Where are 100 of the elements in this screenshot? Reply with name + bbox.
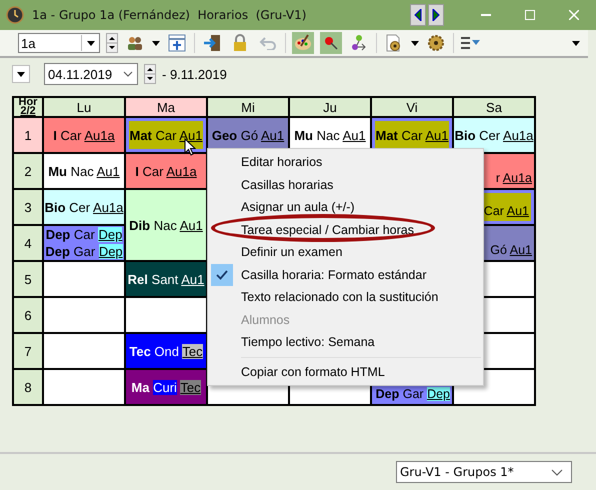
lesson-cell[interactable]: I Car Au1a	[126, 154, 206, 188]
lesson-cell[interactable]: Mat Car Au1	[126, 118, 206, 152]
date-field[interactable]: 04.11.2019	[44, 63, 138, 85]
room-label[interactable]: Au1a	[166, 164, 197, 178]
subject-label: Dep	[46, 227, 70, 242]
teacher-label: Gó	[240, 128, 258, 142]
teacher-label: r	[496, 171, 500, 185]
previous-button[interactable]	[410, 4, 426, 26]
subject-label: Dep	[376, 387, 400, 401]
teacher-label: Car	[74, 227, 95, 242]
lesson-cell[interactable]: Dib Nac Au1	[126, 190, 206, 260]
day-header[interactable]: Sa	[454, 98, 534, 116]
room-label[interactable]: Au1	[179, 128, 202, 142]
hour-header[interactable]: 2	[14, 154, 42, 188]
class-spinner[interactable]	[106, 33, 118, 53]
room-label[interactable]: Au1	[506, 204, 529, 218]
lesson-cell[interactable]: Rel Sant Au1	[126, 262, 206, 296]
table-move-icon[interactable]	[166, 32, 188, 54]
day-header[interactable]: Vi	[372, 98, 452, 116]
subject-label: Dep	[45, 244, 70, 259]
hour-header[interactable]: 6	[14, 298, 42, 332]
lesson-cell[interactable]: Ma Curi Tec	[126, 370, 206, 404]
menu-item[interactable]: Tiempo lectivo: Semana	[208, 331, 483, 354]
overflow-caret-icon	[572, 40, 580, 46]
gear-icon[interactable]	[425, 32, 447, 54]
hour-header[interactable]: 8	[14, 370, 42, 404]
subject-label: Mu	[48, 164, 67, 178]
palette-icon[interactable]	[292, 32, 314, 54]
menu-item[interactable]: Texto relacionado con la sustitución	[208, 286, 483, 308]
room-label[interactable]: Au1	[180, 218, 203, 232]
day-header[interactable]: Mi	[208, 98, 288, 116]
lesson-cell[interactable]: Bio Cer Au1a	[454, 118, 534, 152]
room-label[interactable]: Au1	[181, 272, 204, 286]
room-label[interactable]: Dep	[427, 387, 450, 401]
room-label[interactable]: Dep	[98, 227, 122, 242]
day-header[interactable]: Lu	[44, 98, 124, 116]
subject-label: Bio	[454, 128, 476, 142]
teacher-label: Car	[484, 204, 504, 218]
subject-label: Ma	[131, 380, 150, 394]
room-label[interactable]: Au1a	[84, 128, 115, 142]
room-label[interactable]: Tec	[180, 380, 201, 394]
hour-header[interactable]: 7	[14, 334, 42, 368]
subject-label: I	[135, 164, 139, 178]
room-label[interactable]: Au1	[425, 128, 448, 142]
room-label[interactable]: Au1	[96, 164, 120, 178]
date-spinner[interactable]	[144, 64, 156, 84]
subject-label: Rel	[128, 272, 148, 286]
teacher-label: Gar	[74, 244, 96, 259]
teacher-label: Sant	[152, 272, 178, 286]
teacher-label: Car	[60, 128, 82, 142]
lesson-cell[interactable]: Bio Cer Au1a	[44, 190, 124, 224]
hour-header[interactable]: 5	[14, 262, 42, 296]
teacher-label: Nac	[154, 218, 177, 232]
room-label[interactable]: Au1a	[93, 200, 124, 214]
pin-icon[interactable]	[320, 32, 342, 54]
room-label[interactable]: Au1	[342, 128, 366, 142]
dropdown-icon	[86, 40, 94, 46]
hour-header[interactable]: 1	[14, 118, 42, 152]
dropdown-button[interactable]	[12, 65, 30, 83]
left-triangle-icon	[414, 9, 422, 21]
class-combo[interactable]: 1a	[18, 33, 100, 53]
teacher-label: Ond	[154, 344, 179, 358]
next-button[interactable]	[428, 4, 444, 26]
minimize-icon	[481, 14, 491, 16]
close-icon	[569, 10, 579, 20]
teacher-label: Cer	[69, 200, 90, 214]
hour-header[interactable]: 3	[14, 190, 42, 224]
lesson-cell[interactable]: I Car Au1a	[44, 118, 124, 152]
day-header[interactable]: Ma	[126, 98, 206, 116]
subject-label: Mat	[375, 128, 398, 142]
window-title: 1a - Grupo 1a (Fernández) Horarios (Gru-V1)	[32, 8, 308, 22]
maximize-icon	[525, 10, 535, 20]
teacher-label: Car	[142, 164, 164, 178]
lesson-cell[interactable]: Mu Nac Au1	[44, 154, 124, 188]
teacher-label: Curi	[153, 380, 177, 394]
chevron-icon[interactable]	[550, 469, 564, 477]
right-triangle-icon	[432, 9, 440, 21]
subject-label: Mu	[294, 128, 313, 142]
lesson-cell[interactable]: Tec Ond Tec	[126, 334, 206, 368]
day-header[interactable]: Ju	[290, 98, 370, 116]
teacher-label: Car	[402, 128, 422, 142]
room-label[interactable]: Au1	[510, 243, 532, 257]
view-combo[interactable]: Gru-V1 - Grupos 1*	[396, 461, 572, 483]
room-label[interactable]: Tec	[182, 344, 203, 358]
room-label[interactable]: Au1a	[502, 171, 532, 185]
menu-caret-icon	[411, 40, 419, 46]
hour-header[interactable]: 4	[14, 226, 42, 260]
teacher-label: Nac	[316, 128, 340, 142]
class-field[interactable]: 1a	[19, 36, 81, 50]
chevron-icon[interactable]	[123, 71, 133, 77]
menu-item[interactable]: Casilla horaria: Formato estándar	[208, 264, 483, 286]
lesson-cell[interactable]: Dep Car Dep Dep Gar Dep	[44, 226, 124, 260]
room-label[interactable]: Dep	[98, 244, 123, 259]
room-label[interactable]: Au1a	[503, 128, 534, 142]
door-arrow-icon[interactable]	[201, 32, 223, 54]
subject-label: Geo	[212, 128, 238, 142]
subject-label: Mat	[129, 128, 152, 142]
room-label[interactable]: Au1	[261, 128, 284, 142]
caret-icon	[17, 72, 25, 76]
clock-icon	[6, 6, 24, 24]
